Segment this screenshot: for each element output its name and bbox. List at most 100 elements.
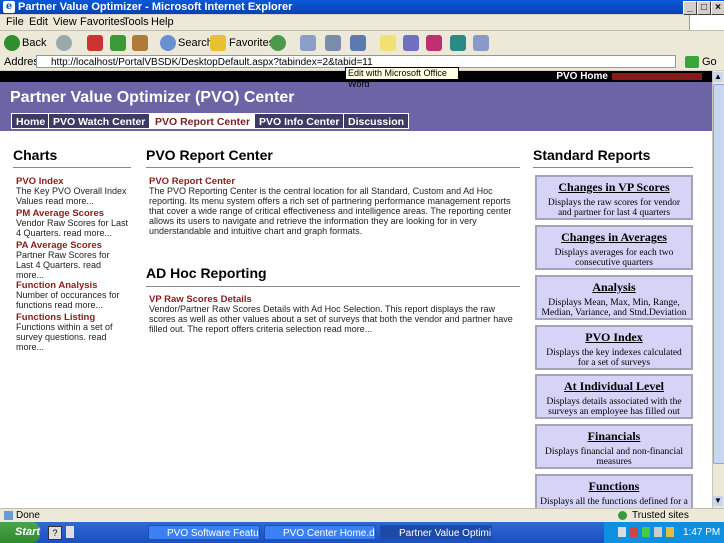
start-button[interactable]: Start	[0, 522, 40, 543]
report-center-heading: PVO Report Center	[146, 147, 273, 163]
report-box-desc: Displays details associated with the sur…	[546, 397, 682, 417]
maximize-button[interactable]: □	[697, 1, 711, 15]
zone-text: Trusted sites	[632, 510, 689, 521]
menu-edit[interactable]: Edit	[29, 16, 48, 28]
site-title: Partner Value Optimizer (PVO) Center	[10, 89, 295, 106]
trusted-sites-icon	[618, 511, 627, 520]
minimize-button[interactable]: _	[683, 1, 697, 15]
go-arrow-icon[interactable]	[685, 56, 699, 68]
help-icon[interactable]: ?	[48, 526, 62, 540]
refresh-icon[interactable]	[110, 35, 126, 51]
search-icon[interactable]	[160, 35, 176, 51]
report-box-desc: Displays averages for each two consecuti…	[554, 248, 674, 268]
window-title-bar[interactable]: e Partner Value Optimizer - Microsoft In…	[0, 0, 724, 15]
report-box-pvo-index[interactable]: PVO Index Displays the key indexes calcu…	[535, 325, 693, 370]
report-center-desc: The PVO Reporting Center is the central …	[149, 186, 512, 236]
tray-icon[interactable]	[642, 527, 650, 537]
report-box-desc: Displays financial and non-financial mea…	[545, 447, 683, 467]
scroll-up-icon[interactable]: ▲	[713, 72, 723, 82]
browser-toolbar: Back Search Favorites	[0, 31, 724, 56]
stop-icon[interactable]	[87, 35, 103, 51]
menu-bar: File Edit View Favorites Tools Help	[0, 15, 724, 31]
back-arrow-icon[interactable]	[4, 35, 20, 51]
menu-file[interactable]: File	[6, 16, 24, 28]
go-button[interactable]: Go	[702, 56, 717, 68]
chart-desc-pvo-index: The Key PVO Overall Index Values read mo…	[16, 186, 127, 206]
quicklaunch-icon[interactable]	[66, 526, 74, 538]
page-done-icon	[4, 511, 13, 520]
menu-tools[interactable]: Tools	[123, 16, 149, 28]
tray-icon[interactable]	[666, 527, 674, 537]
report-box-title[interactable]: At Individual Level	[537, 379, 691, 394]
vp-raw-scores-desc: Vendor/Partner Raw Scores Details with A…	[149, 304, 513, 334]
tray-icon[interactable]	[630, 527, 638, 537]
tab-pvo-info-center[interactable]: PVO Info Center	[254, 113, 345, 129]
report-box-title[interactable]: Changes in VP Scores	[537, 180, 691, 195]
report-box-desc: Displays all the functions defined for a	[540, 497, 688, 507]
status-bar: Done Trusted sites	[0, 508, 724, 523]
windows-logo-icon	[689, 15, 724, 30]
search-button[interactable]: Search	[178, 34, 213, 52]
scroll-down-icon[interactable]: ▼	[713, 496, 723, 506]
print-icon[interactable]	[325, 35, 341, 51]
tab-discussion[interactable]: Discussion	[343, 113, 410, 129]
tray-icon[interactable]	[654, 527, 662, 537]
chart-desc-functions-listing: Functions within a set of survey questio…	[16, 322, 113, 352]
close-button[interactable]: ×	[711, 1, 724, 15]
ie-icon: e	[3, 1, 15, 13]
clock: 1:47 PM	[683, 527, 721, 538]
research-icon[interactable]	[426, 35, 442, 51]
document-icon[interactable]	[473, 35, 489, 51]
report-box-functions[interactable]: Functions Displays all the functions def…	[535, 474, 693, 508]
home-icon[interactable]	[132, 35, 148, 51]
report-box-title[interactable]: Financials	[537, 429, 691, 444]
menu-favorites[interactable]: Favorites	[80, 16, 125, 28]
report-box-title[interactable]: Analysis	[537, 280, 691, 295]
header-link-blur	[612, 73, 702, 80]
chart-desc-function-analysis: Number of occurances for functions read …	[16, 290, 120, 310]
report-box-analysis[interactable]: Analysis Displays Mean, Max, Min, Range,…	[535, 275, 693, 320]
chart-desc-pm-average: Vendor Raw Scores for Last 4 Quarters. r…	[16, 218, 129, 238]
scroll-thumb[interactable]	[713, 84, 724, 464]
tray-icon[interactable]	[618, 527, 626, 537]
edit-icon[interactable]	[350, 35, 366, 51]
charts-heading: Charts	[13, 147, 58, 163]
tab-pvo-watch-center[interactable]: PVO Watch Center	[48, 113, 151, 129]
tab-home[interactable]: Home	[11, 113, 51, 129]
menu-help[interactable]: Help	[151, 16, 174, 28]
adhoc-heading: AD Hoc Reporting	[146, 265, 267, 281]
mail-icon[interactable]	[300, 35, 316, 51]
page-viewport: PVO Home Partner Value Optimizer (PVO) C…	[0, 71, 712, 508]
favorites-button[interactable]: Favorites	[229, 34, 274, 52]
charts-rule	[13, 167, 131, 168]
report-box-desc: Displays the raw scores for vendor and p…	[547, 198, 681, 218]
favorites-star-icon[interactable]	[210, 35, 226, 51]
report-box-title[interactable]: PVO Index	[537, 330, 691, 345]
report-box-title[interactable]: Functions	[537, 479, 691, 494]
report-box-financials[interactable]: Financials Displays financial and non-fi…	[535, 424, 693, 469]
standard-reports-rule	[533, 167, 693, 168]
taskbar-item-center-home[interactable]: PVO Center Home.docx -...	[264, 525, 376, 540]
taskbar-item-features[interactable]: PVO Software Features....	[148, 525, 260, 540]
tab-pvo-report-center[interactable]: PVO Report Center	[150, 113, 256, 129]
status-text: Done	[16, 510, 40, 521]
note-icon[interactable]	[380, 35, 396, 51]
report-box-individual-level[interactable]: At Individual Level Displays details ass…	[535, 374, 693, 419]
adhoc-rule	[146, 286, 520, 287]
report-box-title[interactable]: Changes in Averages	[537, 230, 691, 245]
report-box-changes-vp-scores[interactable]: Changes in VP Scores Displays the raw sc…	[535, 175, 693, 220]
taskbar-item-partner-value[interactable]: Partner Value Optimiz...	[380, 525, 492, 540]
tooltip: Edit with Microsoft Office Word	[345, 67, 459, 89]
menu-view[interactable]: View	[53, 16, 77, 28]
forward-arrow-icon[interactable]	[56, 35, 72, 51]
window-title: Partner Value Optimizer - Microsoft Inte…	[18, 1, 293, 13]
back-button[interactable]: Back	[22, 34, 46, 52]
report-center-rule	[146, 167, 520, 168]
pvo-home-link[interactable]: PVO Home	[556, 71, 608, 82]
report-box-changes-averages[interactable]: Changes in Averages Displays averages fo…	[535, 225, 693, 270]
chart-desc-pa-average: Partner Raw Scores for Last 4 Quarters. …	[16, 250, 110, 280]
history-icon[interactable]	[270, 35, 286, 51]
tool-icon[interactable]	[450, 35, 466, 51]
messenger-icon[interactable]	[403, 35, 419, 51]
standard-reports-heading: Standard Reports	[533, 147, 651, 163]
